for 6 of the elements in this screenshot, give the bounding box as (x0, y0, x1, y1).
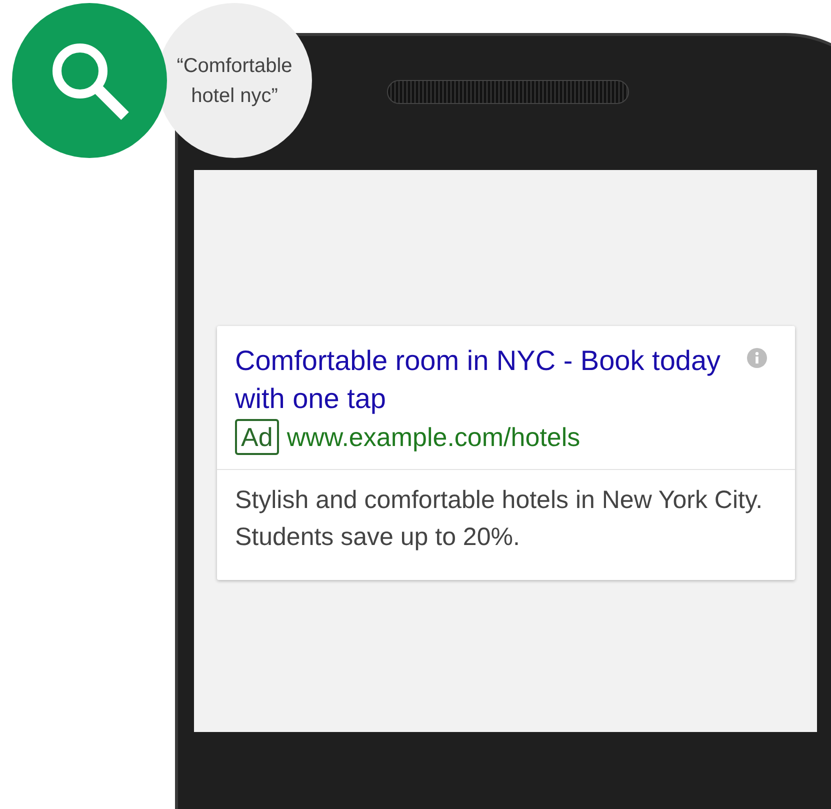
ad-label: Ad (235, 419, 279, 455)
info-icon[interactable] (747, 348, 767, 368)
ad-description: Stylish and comfortable hotels in New York City. Students save up to 20%. (234, 485, 764, 553)
search-query: “Comfortable hotel nyc” (176, 54, 294, 108)
ad-url: www.example.com/hotels (286, 421, 580, 453)
ad-title-link[interactable]: Comfortable room in NYC - Book today with one tap (235, 342, 745, 418)
